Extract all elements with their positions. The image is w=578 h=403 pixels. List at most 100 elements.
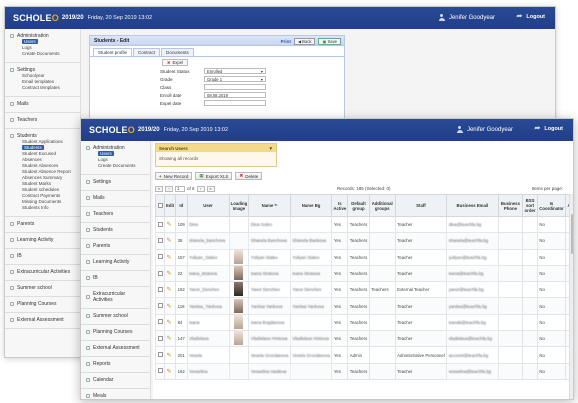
column-header-staff[interactable]: Staff	[394, 194, 448, 217]
row-checkbox[interactable]	[157, 335, 163, 341]
collapse-icon[interactable]: ▼	[269, 146, 273, 151]
edit-pencil-icon[interactable]: ✎	[167, 271, 172, 277]
sidebar-item-external-assessment[interactable]: External Assessment	[10, 317, 75, 323]
column-header-name[interactable]: Name *¹	[248, 194, 291, 217]
export-xls-button[interactable]: ▦ Export XLS	[195, 172, 233, 180]
table-row[interactable]: ✎ 22 ivana_stratova Ivana Stratova Ivana Str…	[155, 264, 573, 283]
edit-pencil-icon[interactable]: ✎	[167, 287, 172, 293]
edit-pencil-icon[interactable]: ✎	[167, 304, 172, 310]
column-header-name-bg[interactable]: Name Bg	[289, 194, 333, 217]
app-logo[interactable]: SCHOLEO	[13, 13, 59, 23]
edit-pencil-icon[interactable]: ✎	[167, 222, 172, 228]
row-checkbox[interactable]	[157, 237, 163, 243]
table-row[interactable]: ✎ 201 Vesela Vesela Grozdanova Vesela Grozda…	[155, 346, 573, 364]
edit-pencil-icon[interactable]: ✎	[167, 255, 172, 261]
grid-scrollbar[interactable]	[569, 194, 573, 399]
back-button[interactable]: ◀ Back	[293, 37, 316, 45]
delete-button[interactable]: ✖ Delete	[235, 172, 263, 180]
column-header-edit[interactable]: Edit	[163, 194, 177, 217]
table-row[interactable]: ✎ 116 Yanitsa_Yankova Yanitsa Yankova Yanits…	[155, 297, 573, 315]
sidebar-item-extracurricular-activities[interactable]: Extracurricular Activities	[86, 291, 145, 303]
sidebar-item-reports[interactable]: Reports	[86, 361, 145, 367]
sidebar-subitem-students-info[interactable]: Students Info	[10, 205, 75, 211]
sidebar-item-parents[interactable]: Parents	[10, 221, 75, 227]
expel-button[interactable]: ✖ Expel	[162, 59, 188, 66]
table-row[interactable]: ✎ 162 Yavor_Denchev Yavor Denchev Yavor Denc…	[155, 281, 573, 299]
student-status-select[interactable]: Enrolled ▾	[204, 68, 266, 74]
sidebar-item-summer-school[interactable]: Summer school	[86, 313, 145, 319]
sidebar-item-external-assessment[interactable]: External Assessment	[86, 345, 145, 351]
tab-contract[interactable]: Contract	[133, 48, 161, 56]
row-checkbox[interactable]	[157, 270, 163, 276]
row-checkbox[interactable]	[157, 286, 163, 292]
edit-pencil-icon[interactable]: ✎	[167, 369, 172, 375]
sidebar-item-mails[interactable]: Mails	[86, 195, 145, 201]
sidebar-subitem-student-excused-absences[interactable]: Student Excused Absences	[10, 151, 75, 163]
select-all-checkbox[interactable]	[157, 202, 163, 208]
sidebar-item-planning-courses[interactable]: Planning Courses	[10, 301, 75, 307]
enroll-date-field[interactable]: 08.08.2019	[204, 92, 266, 98]
column-header-business-email[interactable]: Business Email	[446, 194, 499, 217]
row-checkbox[interactable]	[157, 368, 163, 374]
grade-select[interactable]: Grade 1 ▾	[204, 76, 266, 82]
column-header-id[interactable]: Id	[175, 194, 188, 217]
sidebar-item-ib[interactable]: IB	[10, 253, 75, 259]
next-page-button[interactable]: ›	[196, 185, 205, 192]
tab-student-profile[interactable]: Student profile	[93, 48, 133, 56]
logout-button[interactable]: ➦ Logout	[516, 13, 545, 20]
page-input[interactable]: 1	[175, 185, 185, 192]
sidebar-item-learning-activity[interactable]: Learning Activity	[10, 237, 75, 243]
row-checkbox[interactable]	[157, 303, 163, 309]
sidebar-item-teachers[interactable]: Teachers	[10, 117, 75, 123]
sidebar-item-extracurricular-activities[interactable]: Extracurricular Activities	[10, 269, 75, 275]
table-row[interactable]: ✎ 35 shanela_banchova Shanela Banchova Shane…	[155, 232, 573, 250]
sidebar-item-settings[interactable]: Settings	[86, 179, 145, 185]
table-row[interactable]: ✎ 109 Dina Dina Sotiro Yes Teachers Teacher din…	[155, 215, 573, 234]
column-header-user[interactable]: User	[186, 194, 230, 217]
row-checkbox[interactable]	[157, 319, 163, 325]
edit-pencil-icon[interactable]: ✎	[167, 320, 172, 326]
edit-pencil-icon[interactable]: ✎	[167, 353, 172, 359]
user-menu[interactable]: Jenifer Goodyear	[438, 14, 495, 21]
edit-pencil-icon[interactable]: ✎	[167, 238, 172, 244]
row-checkbox[interactable]	[157, 352, 163, 358]
print-button[interactable]: Print	[281, 39, 291, 44]
prev-page-button[interactable]: ‹	[165, 185, 173, 192]
column-header-loading-image[interactable]: Loading Image	[228, 194, 250, 217]
tab-documents[interactable]: Documents	[161, 48, 194, 56]
items-per-page[interactable]: Items per page:	[532, 186, 563, 191]
column-header-is-coordinator[interactable]: Is Coordinator	[536, 194, 567, 217]
column-header-additional-groups[interactable]: Additional groups	[368, 194, 396, 217]
column-header-bss-sort-order[interactable]: BSS sort order	[522, 194, 538, 217]
sidebar-item-calendar[interactable]: Calendar	[86, 377, 145, 383]
sidebar-subitem-contract-templates[interactable]: Contract templates	[10, 85, 75, 91]
column-header-is-active[interactable]: Is Active	[331, 194, 349, 217]
logout-button[interactable]: ➦ Logout	[534, 125, 563, 132]
table-row[interactable]: ✎ 84 Ivana Ivana Bogdanova Yes Teachers Teache…	[155, 313, 573, 332]
sidebar-item-learning-activity[interactable]: Learning Activity	[86, 259, 145, 265]
row-checkbox[interactable]	[157, 221, 163, 227]
column-header-business-phone[interactable]: Business Phone	[497, 194, 524, 217]
search-panel-header[interactable]: Search Users ▼	[156, 144, 276, 152]
app-logo[interactable]: SCHOLEO	[89, 125, 135, 135]
save-button[interactable]: ▣ Save	[318, 37, 341, 45]
sidebar-subitem-create-documents[interactable]: Create Documents	[10, 51, 75, 57]
last-page-button[interactable]: »	[206, 185, 215, 192]
sidebar-item-planning-courses[interactable]: Planning Courses	[86, 329, 145, 335]
sidebar-item-students[interactable]: Students	[86, 227, 145, 233]
expel-date-field[interactable]	[204, 100, 266, 106]
column-header-default-group[interactable]: Default group	[347, 194, 370, 217]
table-row[interactable]: ✎ 157 Yuliyan_Stalev Yuliyan Stalev Yuliyan …	[155, 248, 573, 266]
first-page-button[interactable]: «	[155, 185, 163, 192]
sidebar-item-teachers[interactable]: Teachers	[86, 211, 145, 217]
edit-pencil-icon[interactable]: ✎	[167, 336, 172, 342]
row-checkbox[interactable]	[157, 254, 163, 260]
table-row[interactable]: ✎ 162 Vesselina Vesselina Vasileva Yes Teache…	[155, 362, 573, 380]
sidebar-subitem-create-documents[interactable]: Create Documents	[86, 163, 145, 169]
new-record-button[interactable]: + New Record	[155, 172, 193, 180]
class-field[interactable]	[204, 84, 266, 90]
user-menu[interactable]: Jenifer Goodyear	[456, 126, 513, 133]
table-row[interactable]: ✎ 147 Vladislava Vladislava Hristova Vladisl…	[155, 330, 573, 348]
sidebar-item-ib[interactable]: IB	[86, 275, 145, 281]
sidebar-item-mails[interactable]: Mails	[10, 101, 75, 107]
